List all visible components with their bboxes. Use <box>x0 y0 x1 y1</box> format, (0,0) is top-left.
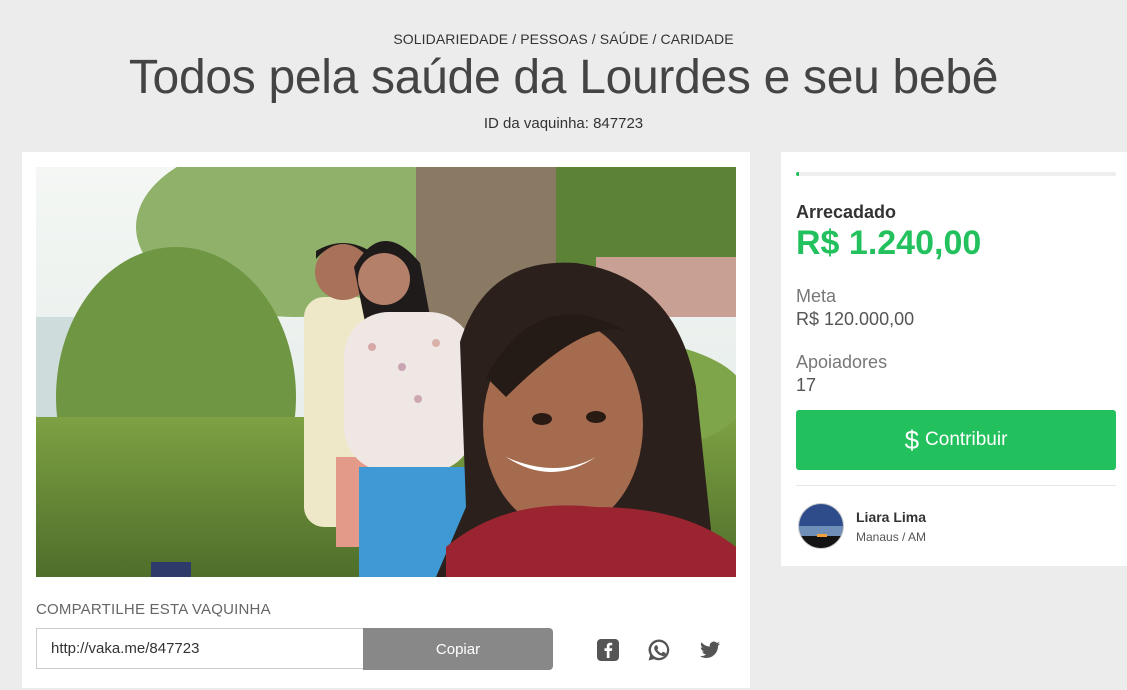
owner-name[interactable]: Liara Lima <box>856 509 926 525</box>
copy-button[interactable]: Copiar <box>363 628 553 670</box>
campaign-id: ID da vaquinha: 847723 <box>483 115 644 132</box>
avatar[interactable] <box>798 503 844 549</box>
breadcrumb[interactable]: SOLIDARIEDADE / PESSOAS / SAÚDE / CARIDA… <box>0 31 1127 47</box>
raised-value: R$ 1.240,00 <box>796 224 982 262</box>
goal-value: R$ 120.000,00 <box>796 309 915 329</box>
supporters-value: 17 <box>796 375 817 395</box>
dollar-icon: $ <box>904 424 920 455</box>
family-selfie-photo <box>36 167 736 577</box>
share-label: COMPARTILHE ESTA VAQUINHA <box>36 601 271 618</box>
campaign-photo <box>36 167 736 577</box>
supporters-label: Apoiadores <box>796 352 888 372</box>
goal-label: Meta <box>796 286 837 306</box>
campaign-main-card: COMPARTILHE ESTA VAQUINHA Copiar <box>22 152 750 688</box>
divider <box>796 485 1116 486</box>
share-url-input[interactable] <box>36 628 363 669</box>
owner-location: Manaus / AM <box>856 530 927 544</box>
raised-label: Arrecadado <box>796 202 897 222</box>
facebook-icon[interactable] <box>596 638 620 662</box>
progress-bar <box>796 172 1116 176</box>
contribute-label: Contribuir <box>925 429 1008 450</box>
donation-summary-card: Arrecadado R$ 1.240,00 Meta R$ 120.000,0… <box>781 152 1127 566</box>
progress-bar-fill <box>796 172 800 176</box>
twitter-icon[interactable] <box>698 638 722 662</box>
contribute-button[interactable]: $ Contribuir <box>796 410 1116 470</box>
whatsapp-icon[interactable] <box>647 638 671 662</box>
page-title: Todos pela saúde da Lourdes e seu bebê <box>128 51 999 104</box>
